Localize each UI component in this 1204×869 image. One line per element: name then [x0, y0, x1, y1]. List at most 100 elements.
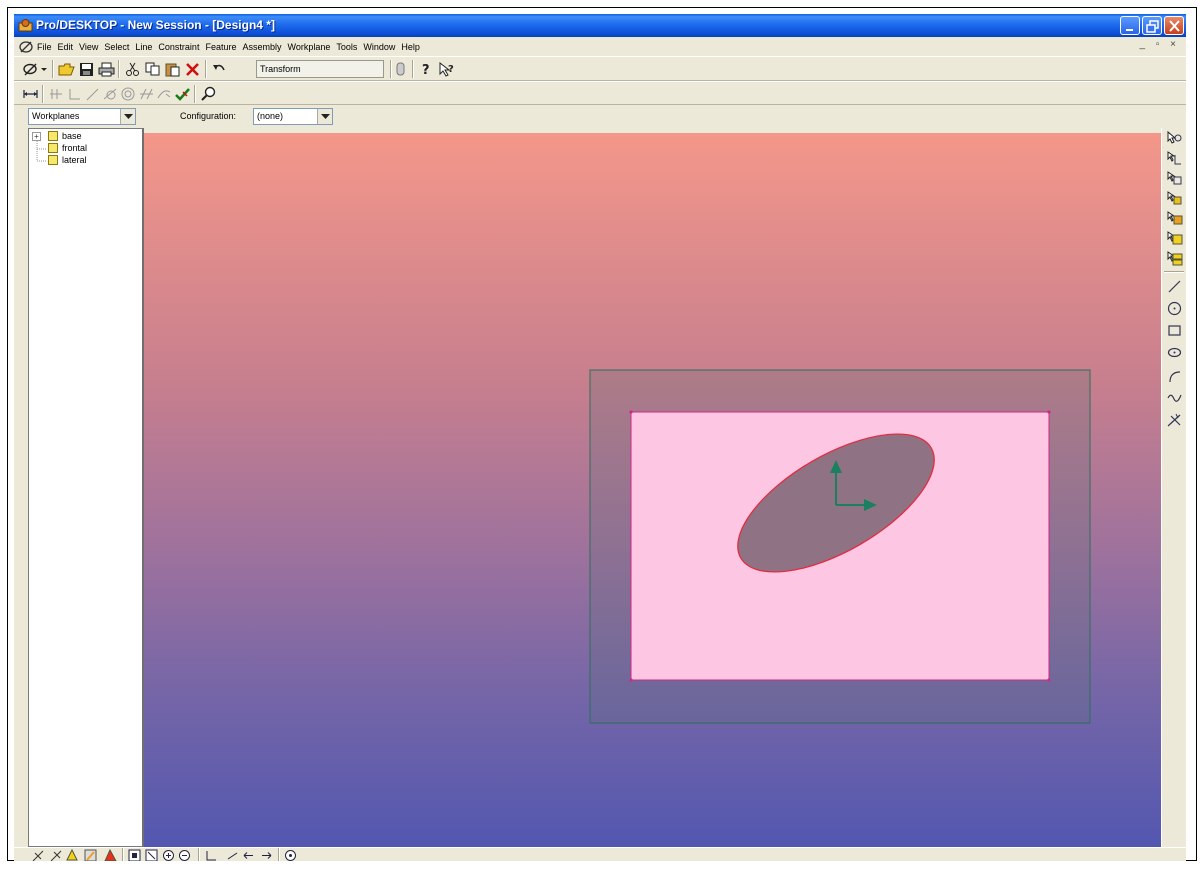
menu-constraint[interactable]: Constraint: [155, 42, 202, 52]
render-view-icon[interactable]: [104, 849, 117, 861]
configuration-select[interactable]: (none): [253, 108, 333, 125]
paste-icon[interactable]: [164, 61, 181, 77]
tree-item-label: base: [62, 131, 82, 141]
menu-tools[interactable]: Tools: [333, 42, 360, 52]
menu-window[interactable]: Window: [360, 42, 398, 52]
undo-icon[interactable]: [211, 61, 228, 77]
copy-icon[interactable]: [144, 61, 161, 77]
close-button[interactable]: [1164, 16, 1184, 35]
rectangle-tool-icon[interactable]: [1166, 322, 1183, 339]
arc-tool-icon[interactable]: [1166, 368, 1183, 385]
view-toolbar: [14, 847, 1186, 861]
menu-line[interactable]: Line: [132, 42, 155, 52]
toolbar-separator: [198, 848, 200, 861]
application-window: Pro/DESKTOP - New Session - [Design4 *] …: [14, 14, 1186, 861]
right-sketch-toolbar: [1161, 128, 1186, 847]
toolbar-separator: [278, 848, 280, 861]
select-part-icon[interactable]: [1166, 210, 1183, 227]
pan-left-icon[interactable]: [242, 849, 255, 861]
workplanes-dropdown-button[interactable]: [120, 109, 135, 124]
equal-constraint-icon[interactable]: [138, 86, 155, 102]
restore-icon: [1146, 20, 1159, 33]
check-constraint-icon[interactable]: [174, 86, 191, 102]
select-assembly-icon[interactable]: [1166, 250, 1183, 267]
zoom-box-icon[interactable]: [145, 849, 158, 861]
select-face-icon[interactable]: [1166, 170, 1183, 187]
spline-tool-icon[interactable]: [1166, 390, 1183, 407]
view-options-icon[interactable]: [284, 849, 297, 861]
standard-toolbar: Transform ? ?: [14, 56, 1186, 81]
view-pen-icon[interactable]: [32, 849, 45, 861]
toolbar-separator: [52, 60, 54, 78]
sketch-toolbar: [14, 81, 1186, 105]
menu-workplane[interactable]: Workplane: [285, 42, 334, 52]
design-canvas[interactable]: [144, 133, 1161, 847]
open-folder-icon[interactable]: [58, 61, 75, 77]
cut-icon[interactable]: [124, 61, 141, 77]
concentric-constraint-icon[interactable]: [120, 86, 137, 102]
mdi-window-controls[interactable]: _ ▫ ×: [1139, 39, 1180, 50]
rotate-view-icon[interactable]: [226, 849, 239, 861]
select-feature-icon[interactable]: [1166, 190, 1183, 207]
chevron-down-icon: [321, 114, 330, 119]
zoom-out-icon[interactable]: [178, 849, 191, 861]
sketch-vertex[interactable]: [1047, 678, 1051, 682]
view-axes-icon[interactable]: [204, 849, 217, 861]
search-icon[interactable]: [200, 86, 217, 102]
prodesktop-logo-icon[interactable]: [18, 40, 34, 54]
delete-icon[interactable]: [184, 61, 201, 77]
view-pencil-icon[interactable]: [50, 849, 63, 861]
title-bar[interactable]: Pro/DESKTOP - New Session - [Design4 *]: [14, 14, 1186, 37]
shaded-view-icon[interactable]: [66, 849, 79, 861]
dimension-icon[interactable]: [22, 86, 39, 102]
tree-item-label: frontal: [62, 143, 88, 153]
coincident-constraint-icon[interactable]: [156, 86, 173, 102]
menu-view[interactable]: View: [76, 42, 101, 52]
trim-tool-icon[interactable]: [1166, 412, 1183, 429]
tangent-constraint-icon[interactable]: [102, 86, 119, 102]
perpendicular-constraint-icon[interactable]: [66, 86, 83, 102]
pan-right-icon[interactable]: [260, 849, 273, 861]
menu-help[interactable]: Help: [398, 42, 423, 52]
configuration-dropdown-button[interactable]: [317, 109, 332, 124]
menu-feature[interactable]: Feature: [202, 42, 239, 52]
workplanes-tree: + base frontal lateral: [28, 128, 144, 847]
print-icon[interactable]: [98, 61, 115, 77]
workplanes-select[interactable]: Workplanes: [28, 108, 136, 125]
select-edge-icon[interactable]: [1166, 150, 1183, 167]
select-icon[interactable]: [1166, 130, 1183, 147]
select-component-icon[interactable]: [1166, 230, 1183, 247]
menu-assembly[interactable]: Assembly: [239, 42, 284, 52]
minimize-button[interactable]: [1120, 16, 1140, 35]
sketch-vertex[interactable]: [629, 678, 633, 682]
window-title: Pro/DESKTOP - New Session - [Design4 *]: [36, 18, 275, 32]
minimize-icon: [1126, 29, 1133, 31]
menu-select[interactable]: Select: [101, 42, 132, 52]
context-help-icon[interactable]: ?: [438, 61, 455, 77]
line-tool-icon[interactable]: [1166, 278, 1183, 295]
workplanes-select-value: Workplanes: [32, 111, 80, 121]
angle-constraint-icon[interactable]: [84, 86, 101, 102]
toolbar-separator: [194, 85, 196, 103]
menu-edit[interactable]: Edit: [55, 42, 77, 52]
circle-tool-icon[interactable]: [1166, 300, 1183, 317]
transform-field[interactable]: Transform: [256, 60, 384, 78]
configuration-select-value: (none): [257, 111, 284, 121]
parallel-constraint-icon[interactable]: [48, 86, 65, 102]
sketch-vertex[interactable]: [629, 410, 633, 414]
pen-tool-icon[interactable]: [22, 61, 39, 77]
design-viewport[interactable]: [144, 133, 1161, 847]
restore-button[interactable]: [1142, 16, 1162, 35]
zoom-fit-icon[interactable]: [128, 849, 141, 861]
zoom-in-icon[interactable]: [162, 849, 175, 861]
sketch-vertex[interactable]: [1047, 410, 1051, 414]
help-icon[interactable]: ?: [418, 61, 435, 77]
menu-bar: File Edit View Select Line Constraint Fe…: [14, 37, 1186, 56]
workplane-combo-bar: Workplanes Configuration: (none): [14, 105, 1186, 128]
shaded-edges-icon[interactable]: [84, 849, 97, 861]
mouse-icon[interactable]: [392, 61, 409, 77]
chevron-down-icon[interactable]: [40, 61, 48, 77]
ellipse-tool-icon[interactable]: [1166, 344, 1183, 361]
menu-file[interactable]: File: [34, 42, 55, 52]
save-icon[interactable]: [78, 61, 95, 77]
